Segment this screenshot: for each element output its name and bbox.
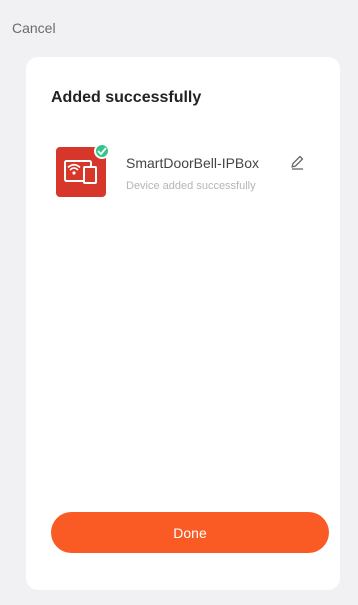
- cancel-button[interactable]: Cancel: [12, 20, 56, 36]
- doorbell-device-icon: [56, 143, 110, 197]
- success-card: Added successfully SmartDoorBell-IPBox D…: [26, 57, 340, 590]
- page-title: Added successfully: [51, 89, 202, 106]
- device-name: SmartDoorBell-IPBox: [126, 155, 260, 171]
- pencil-icon[interactable]: [289, 154, 305, 170]
- device-status: Device added successfully: [126, 180, 256, 192]
- check-icon: [94, 143, 110, 159]
- done-button[interactable]: Done: [51, 512, 329, 553]
- device-list-item: SmartDoorBell-IPBox Device added success…: [56, 143, 316, 197]
